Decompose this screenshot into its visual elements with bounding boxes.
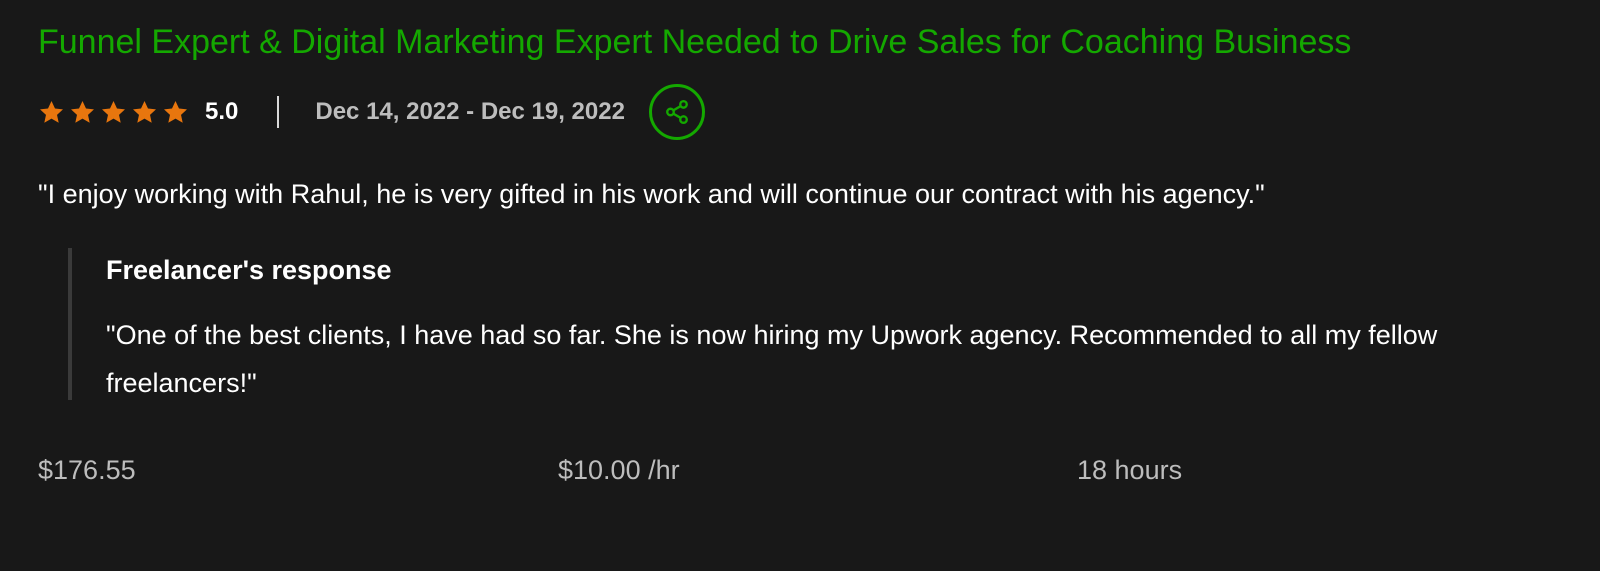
star-icon xyxy=(102,100,125,123)
rating-row: 5.0 Dec 14, 2022 - Dec 19, 2022 xyxy=(38,82,705,142)
star-rating xyxy=(38,99,189,126)
client-review-text: "I enjoy working with Rahul, he is very … xyxy=(38,179,1265,209)
star-icon xyxy=(71,100,94,123)
share-button[interactable] xyxy=(648,84,705,140)
freelancer-response-block: Freelancer's response "One of the best c… xyxy=(68,248,1538,400)
contract-stats: $176.55 $10.00 /hr 18 hours xyxy=(38,452,1568,488)
divider xyxy=(277,96,280,128)
amount-earned: $176.55 xyxy=(38,455,136,485)
star-icon xyxy=(40,100,63,123)
hourly-rate: $10.00 /hr xyxy=(558,455,680,485)
job-title-link[interactable]: Funnel Expert & Digital Marketing Expert… xyxy=(38,20,1351,64)
contract-date-range: Dec 14, 2022 - Dec 19, 2022 xyxy=(315,98,625,125)
rating-value: 5.0 xyxy=(205,98,239,125)
star-icon xyxy=(133,100,156,123)
star-icon xyxy=(164,100,187,123)
hours-worked: 18 hours xyxy=(1077,455,1183,485)
freelancer-response-text: "One of the best clients, I have had so … xyxy=(106,320,1438,398)
share-icon xyxy=(665,99,688,125)
freelancer-response-heading: Freelancer's response xyxy=(106,255,392,285)
